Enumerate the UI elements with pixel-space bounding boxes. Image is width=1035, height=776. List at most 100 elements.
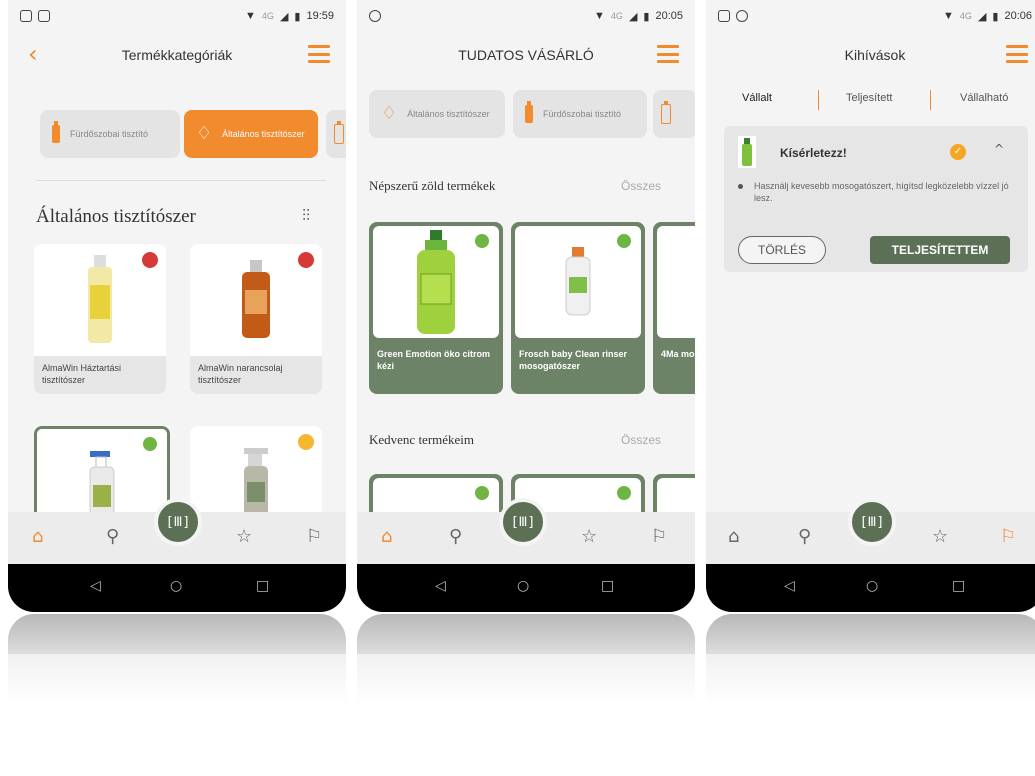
clock: 20:05 bbox=[655, 10, 683, 22]
leaf-icon bbox=[473, 232, 491, 250]
tab-available[interactable]: Vállalható bbox=[960, 92, 1008, 104]
status-bar: ▼ 4G ◢ ▮ 19:59 bbox=[8, 0, 346, 32]
system-nav: ◁ ○ □ bbox=[706, 564, 1035, 612]
bottle-icon bbox=[525, 101, 533, 123]
chevron-up-icon[interactable]: ^ bbox=[994, 142, 1004, 156]
home-icon[interactable]: ⌂ bbox=[32, 526, 43, 547]
rating-dot bbox=[298, 434, 314, 450]
bottom-nav: ⌂ ⚲ [Ⅲ] ☆ ⚐ bbox=[8, 498, 346, 564]
page-title: TUDATOS VÁSÁRLÓ bbox=[458, 47, 594, 63]
signal-icon: ◢ bbox=[279, 10, 289, 23]
product-card[interactable]: AlmaWin Háztartási tisztítószer bbox=[34, 244, 166, 394]
product-name: 4Ma mos bbox=[661, 349, 695, 359]
top-bar: Kihívások bbox=[706, 32, 1035, 78]
rating-dot bbox=[298, 252, 314, 268]
wifi-icon: ▼ bbox=[245, 10, 256, 22]
product-image bbox=[565, 247, 591, 316]
clock: 20:06 bbox=[1004, 10, 1032, 22]
home-icon[interactable]: ⌂ bbox=[728, 526, 739, 547]
product-image bbox=[88, 255, 112, 343]
spray-icon bbox=[661, 101, 671, 124]
star-icon[interactable]: ☆ bbox=[236, 526, 252, 547]
challenge-flag-icon[interactable]: ⚐ bbox=[1000, 526, 1016, 547]
reflection bbox=[357, 614, 695, 764]
search-icon[interactable]: ⚲ bbox=[106, 526, 119, 547]
menu-icon[interactable] bbox=[1006, 45, 1028, 63]
drop-icon: ♢ bbox=[381, 103, 398, 124]
home-icon[interactable]: ⌂ bbox=[381, 526, 392, 547]
back-nav-icon[interactable]: ◁ bbox=[90, 578, 101, 594]
bottom-nav: ⌂ ⚲ [Ⅲ] ☆ ⚐ bbox=[706, 498, 1035, 564]
popular-title: Népszerű zöld termékek bbox=[369, 178, 496, 193]
see-all-link[interactable]: Összes bbox=[621, 433, 661, 447]
favorites-title: Kedvenc termékeim bbox=[369, 432, 475, 447]
back-icon[interactable]: ‹ bbox=[28, 42, 38, 66]
battery-icon: ▮ bbox=[992, 10, 999, 23]
product-image bbox=[242, 260, 270, 338]
challenge-tabs: Vállalt Teljesített Vállalható bbox=[706, 90, 1035, 114]
scan-icon[interactable]: [Ⅲ] bbox=[848, 498, 896, 546]
bottom-nav: ⌂ ⚲ [Ⅲ] ☆ ⚐ bbox=[357, 498, 695, 564]
category-partial[interactable] bbox=[326, 110, 346, 158]
search-icon[interactable]: ⚲ bbox=[798, 526, 811, 547]
back-nav-icon[interactable]: ◁ bbox=[784, 578, 795, 594]
challenge-flag-icon[interactable]: ⚐ bbox=[306, 526, 322, 547]
wifi-icon: ▼ bbox=[594, 10, 605, 22]
scan-icon[interactable]: [Ⅲ] bbox=[154, 498, 202, 546]
system-nav: ◁ ○ □ bbox=[357, 564, 695, 612]
screen-product-categories: ▼ 4G ◢ ▮ 19:59 ‹ Termékkategóriák Fürdőszoba… bbox=[8, 0, 346, 612]
reflection bbox=[706, 614, 1035, 764]
search-icon[interactable]: ⚲ bbox=[449, 526, 462, 547]
spray-icon bbox=[334, 121, 344, 144]
signal-icon: ◢ bbox=[628, 10, 638, 23]
back-nav-icon[interactable]: ◁ bbox=[435, 578, 446, 594]
category-general-active[interactable]: ♢ Általános tisztítószer bbox=[184, 110, 318, 158]
challenge-card: Kísérletezz! ✓ ^ Használj kevesebb mosog… bbox=[724, 126, 1028, 272]
complete-button[interactable]: TELJESÍTETTEM bbox=[870, 236, 1010, 264]
tab-committed[interactable]: Vállalt bbox=[742, 92, 772, 104]
leaf-icon bbox=[615, 232, 633, 250]
product-name: AlmaWin narancsolaj tisztítószer bbox=[190, 356, 322, 394]
leaf-icon bbox=[473, 484, 491, 502]
scan-icon[interactable]: [Ⅲ] bbox=[499, 498, 547, 546]
status-bar: ▼ 4G ◢ ▮ 20:05 bbox=[357, 0, 695, 32]
category-bathroom[interactable]: Fürdőszobai tisztító bbox=[40, 110, 180, 158]
challenge-flag-icon[interactable]: ⚐ bbox=[651, 526, 667, 547]
tab-completed[interactable]: Teljesített bbox=[846, 92, 892, 104]
product-image bbox=[417, 230, 455, 334]
menu-icon[interactable] bbox=[657, 45, 679, 63]
clock: 19:59 bbox=[306, 10, 334, 22]
popular-product-card[interactable]: Frosch baby Clean rinser mosogatószer bbox=[511, 222, 645, 394]
popular-product-card[interactable]: Green Emotion öko citrom kézi bbox=[369, 222, 503, 394]
category-bathroom[interactable]: Fürdőszobai tisztító bbox=[513, 90, 647, 138]
see-all-link[interactable]: Összes bbox=[621, 179, 661, 193]
recents-nav-icon[interactable]: □ bbox=[256, 578, 269, 594]
home-nav-icon[interactable]: ○ bbox=[517, 578, 529, 594]
category-partial[interactable] bbox=[653, 90, 695, 138]
home-nav-icon[interactable]: ○ bbox=[170, 578, 182, 594]
leaf-icon bbox=[615, 484, 633, 502]
reflection bbox=[8, 614, 346, 764]
screen-conscious-shopper: ▼ 4G ◢ ▮ 20:05 TUDATOS VÁSÁRLÓ ♢ Általános t… bbox=[357, 0, 695, 612]
product-name: AlmaWin Háztartási tisztítószer bbox=[34, 356, 166, 394]
menu-icon[interactable] bbox=[308, 45, 330, 63]
page-title: Kihívások bbox=[844, 47, 906, 63]
page-title: Termékkategóriák bbox=[121, 47, 233, 63]
delete-button[interactable]: TÖRLÉS bbox=[738, 236, 826, 264]
recents-nav-icon[interactable]: □ bbox=[601, 578, 614, 594]
status-bar: ▼ 4G ◢ ▮ 20:06 bbox=[706, 0, 1035, 32]
filter-icon[interactable]: ⫶⫶ bbox=[302, 206, 310, 226]
top-bar: TUDATOS VÁSÁRLÓ bbox=[357, 32, 695, 78]
popular-product-card[interactable]: 4Ma mos bbox=[653, 222, 695, 394]
star-icon[interactable]: ☆ bbox=[581, 526, 597, 547]
product-image bbox=[244, 448, 268, 522]
drop-icon: ♢ bbox=[196, 123, 213, 144]
product-name: Green Emotion öko citrom kézi bbox=[377, 349, 491, 371]
recents-nav-icon[interactable]: □ bbox=[952, 578, 965, 594]
divider bbox=[36, 180, 326, 181]
home-nav-icon[interactable]: ○ bbox=[866, 578, 878, 594]
category-general[interactable]: ♢ Általános tisztítószer bbox=[369, 90, 505, 138]
battery-icon: ▮ bbox=[643, 10, 650, 23]
star-icon[interactable]: ☆ bbox=[932, 526, 948, 547]
product-card[interactable]: AlmaWin narancsolaj tisztítószer bbox=[190, 244, 322, 394]
